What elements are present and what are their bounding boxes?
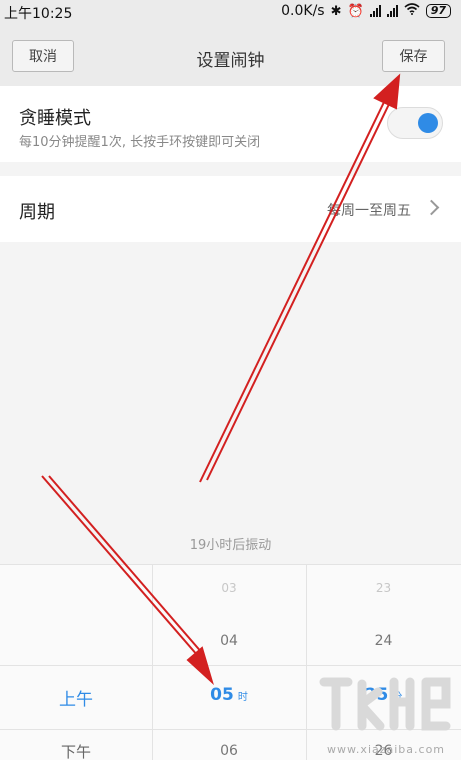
hour-unit: 时 <box>237 692 248 703</box>
minute-option[interactable]: 24 <box>306 633 461 649</box>
countdown-text: 19小时后振动 <box>189 538 272 553</box>
hour-selected[interactable]: 05 时 <box>152 685 306 705</box>
repeat-row[interactable]: 周期 每周一至周五 <box>0 176 461 242</box>
selection-line <box>0 665 461 666</box>
repeat-value: 每周一至周五 <box>327 203 411 219</box>
title-bar: 取消 设置闹钟 保存 <box>0 24 461 86</box>
hour-option[interactable]: 06 <box>152 743 306 759</box>
alarm-icon: ⏰ <box>347 3 364 19</box>
snooze-toggle[interactable] <box>387 107 443 139</box>
hour-selected-value: 05 <box>210 685 234 705</box>
hour-option[interactable]: 03 <box>152 581 306 595</box>
signal-icon <box>386 5 398 17</box>
repeat-label: 周期 <box>19 202 55 223</box>
ampm-option[interactable]: 下午 <box>0 741 152 760</box>
save-button[interactable]: 保存 <box>382 40 445 72</box>
status-bar: 上午10:25 0.0K/s ✱ ⏰ 97 <box>0 0 461 24</box>
net-speed: 0.0K/s <box>281 3 325 19</box>
minute-option[interactable]: 23 <box>306 581 461 595</box>
status-time: 上午10:25 <box>4 6 73 22</box>
chevron-right-icon <box>423 199 440 216</box>
signal-icon <box>369 5 381 17</box>
watermark-text: www.xiazaiba.com <box>326 743 446 756</box>
watermark-logo <box>319 677 451 731</box>
snooze-title: 贪睡模式 <box>19 108 91 129</box>
toggle-knob <box>418 113 438 133</box>
ampm-selected[interactable]: 上午 <box>0 685 152 710</box>
snooze-description: 每10分钟提醒1次, 长按手环按键即可关闭 <box>19 135 261 150</box>
status-icons: 0.0K/s ✱ ⏰ 97 <box>281 3 451 19</box>
hour-option[interactable]: 04 <box>152 633 306 649</box>
wifi-icon <box>404 3 420 19</box>
bluetooth-icon: ✱ <box>330 3 342 19</box>
snooze-row: 贪睡模式 每10分钟提醒1次, 长按手环按键即可关闭 <box>0 86 461 162</box>
watermark: www.xiazaiba.com <box>318 672 454 756</box>
battery-icon: 97 <box>425 4 451 18</box>
